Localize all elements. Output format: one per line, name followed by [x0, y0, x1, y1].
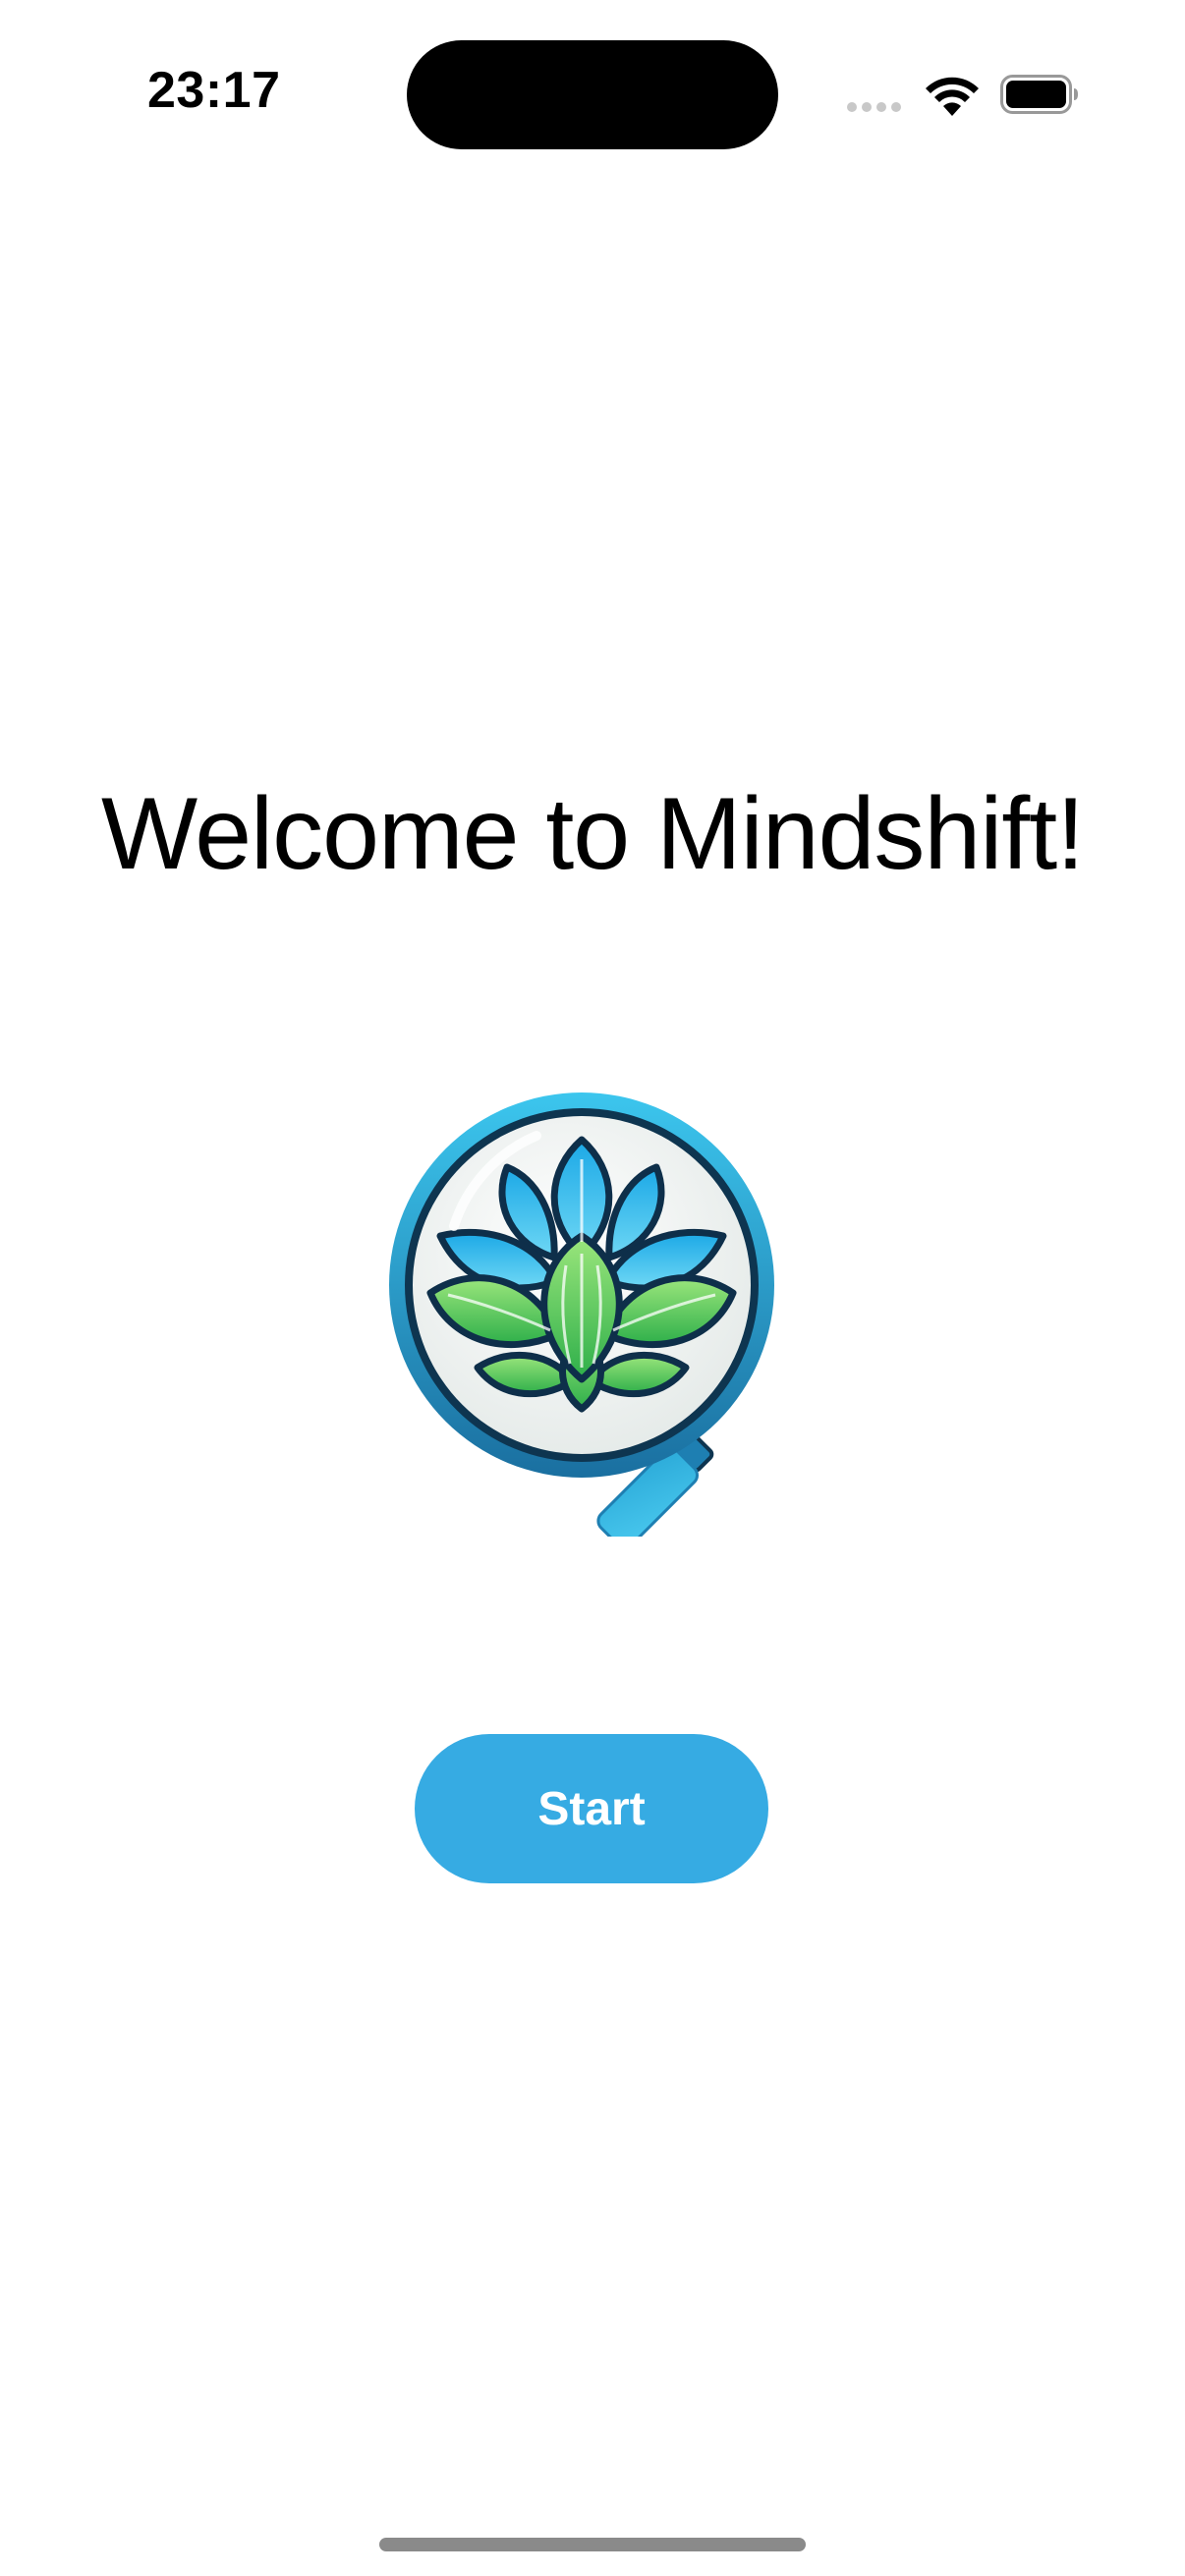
home-indicator[interactable]: [379, 2538, 806, 2551]
lotus-magnifier-logo: [389, 1092, 774, 1537]
welcome-title: Welcome to Mindshift!: [100, 777, 1085, 891]
start-button[interactable]: Start: [415, 1734, 768, 1883]
status-time: 23:17: [147, 62, 281, 119]
cellular-signal-icon: [847, 102, 901, 112]
dynamic-island: [407, 40, 778, 149]
battery-icon: [1000, 75, 1078, 114]
wifi-icon: [926, 77, 979, 116]
